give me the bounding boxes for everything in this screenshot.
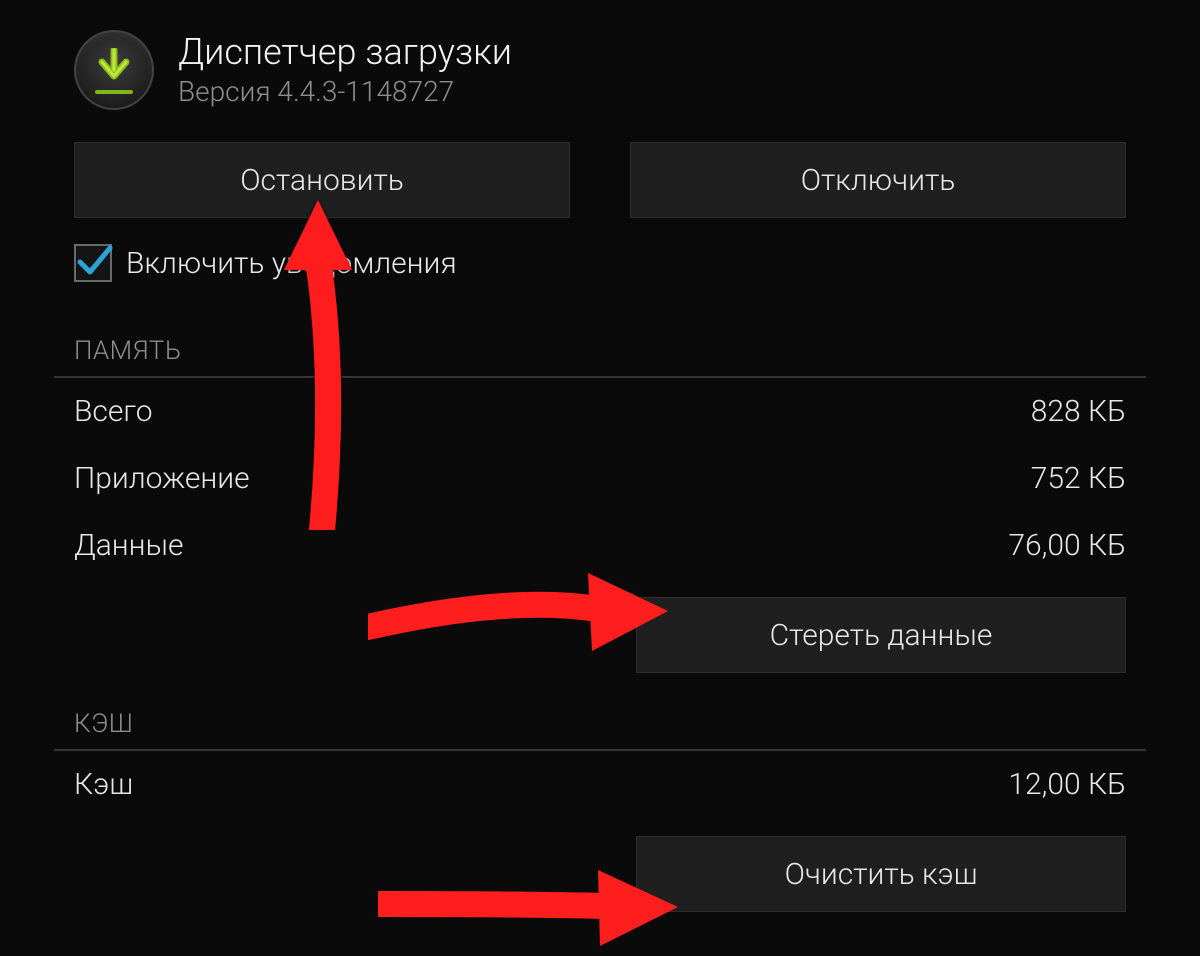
action-button-row: Остановить Отключить (0, 130, 1200, 236)
memory-total-value: 828 КБ (1031, 394, 1126, 429)
memory-total-label: Всего (74, 394, 153, 429)
memory-section: ПАМЯТЬ Всего 828 КБ Приложение 752 КБ Да… (0, 308, 1200, 681)
memory-data-value: 76,00 КБ (1008, 528, 1126, 563)
disable-button-label: Отключить (801, 163, 956, 198)
disable-button[interactable]: Отключить (630, 142, 1126, 218)
memory-row-data: Данные 76,00 КБ (54, 512, 1146, 579)
cache-section-title: КЭШ (54, 681, 1146, 749)
app-version: Версия 4.4.3-1148727 (178, 76, 512, 108)
download-manager-icon (74, 30, 154, 110)
clear-data-button[interactable]: Стереть данные (636, 597, 1126, 673)
cache-value: 12,00 КБ (1008, 767, 1126, 802)
cache-row: Кэш 12,00 КБ (54, 751, 1146, 818)
notifications-row[interactable]: Включить уведомления (0, 236, 1200, 308)
cache-section: КЭШ Кэш 12,00 КБ Очистить кэш (0, 681, 1200, 920)
memory-app-label: Приложение (74, 461, 250, 496)
clear-cache-row: Очистить кэш (54, 818, 1146, 920)
memory-row-app: Приложение 752 КБ (54, 445, 1146, 512)
app-header: Диспетчер загрузки Версия 4.4.3-1148727 (0, 0, 1200, 130)
cache-label: Кэш (74, 767, 133, 802)
clear-cache-label: Очистить кэш (785, 857, 978, 892)
app-info-screen: Диспетчер загрузки Версия 4.4.3-1148727 … (0, 0, 1200, 956)
stop-button-label: Остановить (240, 163, 404, 198)
memory-section-title: ПАМЯТЬ (54, 308, 1146, 376)
stop-button[interactable]: Остановить (74, 142, 570, 218)
app-name: Диспетчер загрузки (178, 32, 512, 73)
memory-row-total: Всего 828 КБ (54, 378, 1146, 445)
clear-data-label: Стереть данные (770, 618, 993, 653)
memory-app-value: 752 КБ (1031, 461, 1126, 496)
clear-data-row: Стереть данные (54, 579, 1146, 681)
notifications-checkbox[interactable] (74, 244, 112, 282)
notifications-label: Включить уведомления (126, 246, 457, 281)
clear-cache-button[interactable]: Очистить кэш (636, 836, 1126, 912)
memory-data-label: Данные (74, 528, 184, 563)
app-titles: Диспетчер загрузки Версия 4.4.3-1148727 (178, 32, 512, 108)
